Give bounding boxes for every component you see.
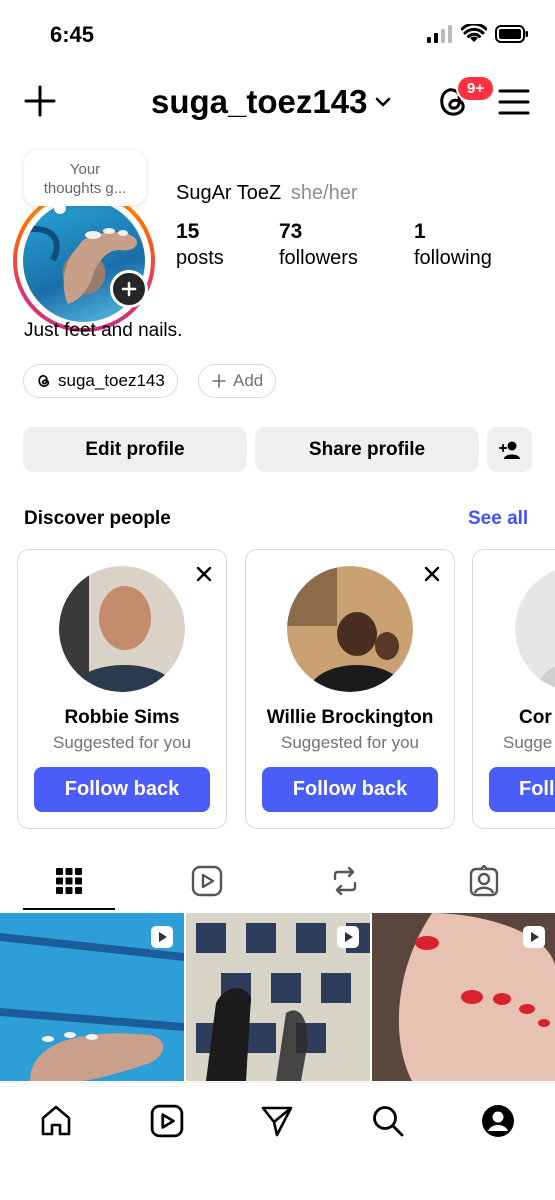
note-text-line1: Your (69, 161, 101, 178)
nav-search[interactable] (368, 1101, 408, 1141)
note-text-line2: thoughts g... (43, 180, 127, 197)
suggestion-card[interactable]: Cor Sugge Foll (472, 549, 555, 829)
search-icon (373, 1106, 404, 1137)
profile-tabs (0, 850, 555, 912)
post-tile[interactable] (372, 913, 555, 1081)
reel-badge-icon (337, 926, 359, 948)
stat-following[interactable]: 1 following (414, 220, 492, 270)
profile-bio: Just feet and nails. (24, 320, 183, 341)
nav-messages[interactable] (257, 1101, 297, 1141)
profile-icon (482, 1105, 514, 1137)
menu-hamburger-icon[interactable] (498, 87, 530, 117)
close-icon[interactable] (422, 564, 442, 584)
suggestion-avatar (515, 566, 555, 692)
suggestion-card[interactable]: Robbie Sims Suggested for you Follow bac… (17, 549, 227, 829)
tab-reposts[interactable] (299, 850, 391, 912)
notification-badge: 9+ (456, 75, 496, 102)
reel-badge-icon (151, 926, 173, 948)
edit-profile-button[interactable]: Edit profile (23, 427, 247, 472)
stat-posts[interactable]: 15 posts (176, 220, 224, 270)
battery-icon (495, 25, 528, 43)
share-profile-button[interactable]: Share profile (255, 427, 479, 472)
home-icon (41, 1105, 71, 1136)
active-tab-indicator (23, 908, 115, 910)
suggestion-subtitle: Suggested for you (281, 733, 419, 752)
threads-icon (38, 375, 50, 387)
bottom-nav (0, 1082, 555, 1200)
profile-avatar-ring[interactable] (13, 190, 155, 332)
posts-grid (0, 913, 555, 1081)
signal-icon (427, 25, 452, 43)
reel-badge-icon (523, 926, 545, 948)
grid-icon (56, 868, 82, 894)
suggestion-avatar (59, 566, 185, 692)
status-time: 6:45 (50, 22, 95, 47)
pronouns: she/her (290, 182, 358, 204)
stat-count: 15 (176, 220, 200, 243)
discover-title: Discover people (24, 508, 171, 529)
reels-icon (191, 865, 223, 897)
suggestion-name: Robbie Sims (64, 707, 180, 728)
plus-icon (212, 374, 226, 388)
discover-people-button[interactable] (487, 427, 532, 472)
suggestion-subtitle: Sugge (503, 733, 553, 752)
threads-handle: suga_toez143 (58, 371, 165, 390)
profile-header: suga_toez143 9+ (0, 75, 555, 135)
account-switcher[interactable]: suga_toez143 (151, 83, 391, 121)
close-icon[interactable] (194, 564, 214, 584)
suggestion-name: Willie Brockington (266, 707, 434, 728)
follow-back-button[interactable]: Foll (489, 767, 555, 812)
tab-reels[interactable] (161, 850, 253, 912)
stat-label: followers (279, 247, 358, 269)
see-all-link[interactable]: See all (468, 508, 528, 530)
nav-home[interactable] (36, 1101, 76, 1141)
post-tile[interactable] (0, 913, 184, 1081)
suggestion-card[interactable]: Willie Brockington Suggested for you Fol… (245, 549, 455, 829)
stat-count: 1 (414, 220, 426, 243)
stat-followers[interactable]: 73 followers (279, 220, 358, 270)
wifi-icon (461, 24, 487, 42)
tab-grid[interactable] (23, 850, 115, 912)
display-name: SugAr ToeZ (176, 182, 282, 204)
profile-name-row: SugAr ToeZ she/her (176, 182, 358, 205)
note-bubble[interactable]: Your thoughts g... (24, 150, 146, 214)
reposts-icon (333, 866, 357, 896)
add-person-icon (498, 441, 520, 459)
threads-link-chip[interactable]: suga_toez143 (23, 364, 178, 398)
add-story-button[interactable] (110, 270, 148, 308)
add-label: Add (233, 371, 264, 390)
stat-count: 73 (279, 220, 303, 243)
stat-label: following (414, 247, 492, 269)
follow-back-button[interactable]: Follow back (262, 767, 438, 812)
chevron-down-icon (376, 97, 391, 107)
reels-icon (150, 1104, 184, 1138)
tagged-icon (469, 865, 499, 897)
header-username: suga_toez143 (151, 83, 368, 120)
stat-label: posts (176, 247, 224, 269)
suggestion-name: Cor (519, 707, 552, 728)
suggestion-subtitle: Suggested for you (53, 733, 191, 752)
status-bar: 6:45 (0, 0, 555, 70)
follow-back-button[interactable]: Follow back (34, 767, 210, 812)
post-tile[interactable] (186, 913, 370, 1081)
create-plus-icon[interactable] (22, 83, 58, 119)
nav-reels[interactable] (147, 1101, 187, 1141)
messages-icon (261, 1106, 293, 1137)
plus-icon (121, 281, 137, 297)
nav-profile[interactable] (478, 1101, 518, 1141)
status-icons (427, 24, 529, 44)
suggestion-avatar (287, 566, 413, 692)
tab-tagged[interactable] (438, 850, 530, 912)
add-link-chip[interactable]: Add (198, 364, 277, 398)
